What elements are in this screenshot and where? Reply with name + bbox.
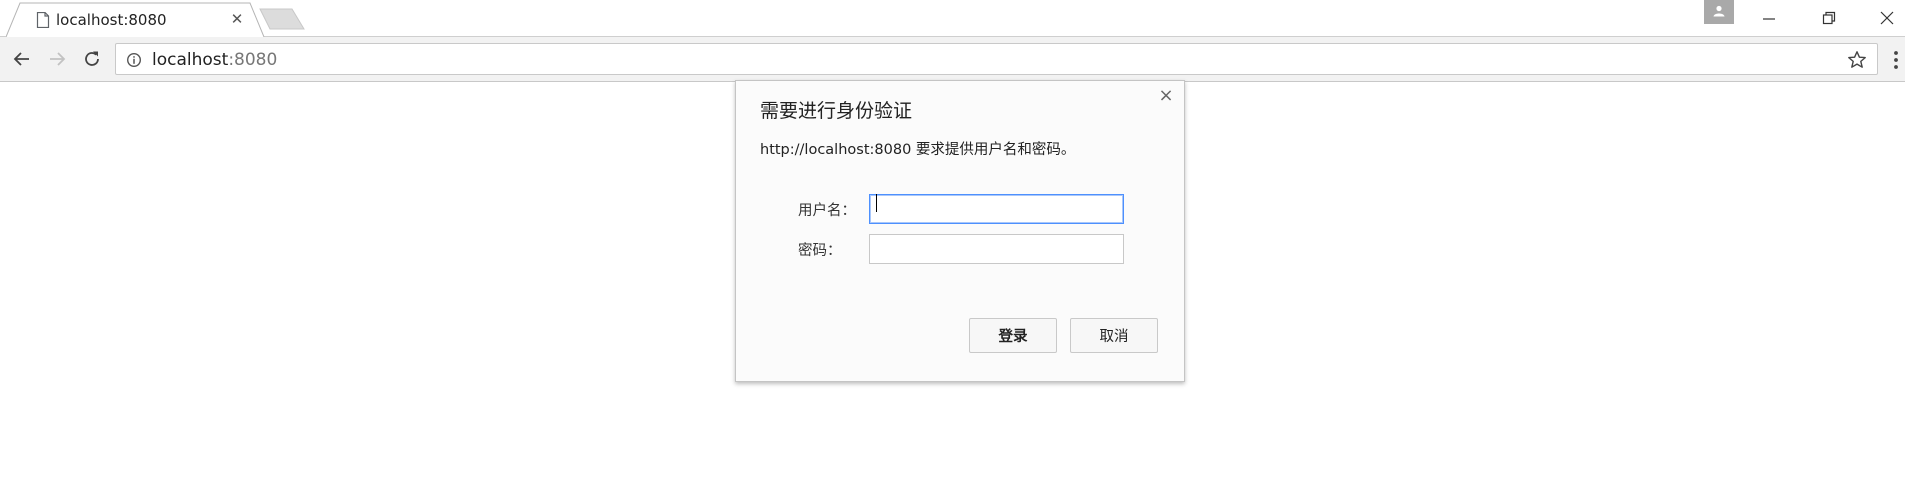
person-icon — [1713, 5, 1725, 17]
window-close-button[interactable] — [1867, 4, 1905, 30]
arrow-right-icon — [50, 52, 66, 66]
minimize-button[interactable] — [1749, 4, 1789, 30]
dialog-message: http://localhost:8080 要求提供用户名和密码。 — [760, 142, 1076, 158]
star-icon[interactable] — [1847, 50, 1867, 70]
new-tab-button[interactable] — [258, 8, 308, 30]
url-host: localhost — [152, 50, 229, 70]
close-icon — [1880, 11, 1894, 25]
url-text[interactable]: localhost:8080 — [152, 50, 277, 70]
kebab-menu-icon[interactable] — [1890, 49, 1902, 71]
page-icon — [36, 12, 50, 28]
browser-toolbar: localhost:8080 — [0, 37, 1905, 82]
tab-strip: localhost:8080 ✕ — [0, 0, 1905, 37]
text-caret — [876, 194, 877, 212]
password-field[interactable] — [869, 234, 1124, 264]
username-label: 用户名： — [798, 203, 856, 219]
auth-dialog: × 需要进行身份验证 http://localhost:8080 要求提供用户名… — [735, 80, 1185, 382]
arrow-left-icon — [13, 52, 29, 66]
address-bar[interactable]: localhost:8080 — [115, 43, 1878, 75]
minimize-icon — [1763, 18, 1775, 20]
reload-icon — [85, 51, 99, 66]
profile-button[interactable] — [1704, 0, 1734, 24]
forward-button[interactable] — [44, 46, 70, 72]
tab-close-icon[interactable]: ✕ — [228, 10, 246, 28]
tab-active[interactable]: localhost:8080 ✕ — [6, 2, 266, 37]
restore-icon — [1822, 11, 1836, 25]
password-label: 密码： — [798, 243, 842, 259]
info-icon[interactable] — [126, 52, 142, 68]
dialog-close-icon[interactable]: × — [1156, 86, 1176, 106]
tab-title: localhost:8080 — [56, 11, 167, 29]
restore-button[interactable] — [1809, 4, 1849, 30]
url-port: :8080 — [228, 50, 278, 70]
back-button[interactable] — [9, 46, 35, 72]
username-field[interactable] — [869, 194, 1124, 224]
dialog-title: 需要进行身份验证 — [760, 100, 913, 122]
login-button[interactable]: 登录 — [969, 318, 1057, 353]
cancel-button[interactable]: 取消 — [1070, 318, 1158, 353]
reload-button[interactable] — [79, 46, 105, 72]
